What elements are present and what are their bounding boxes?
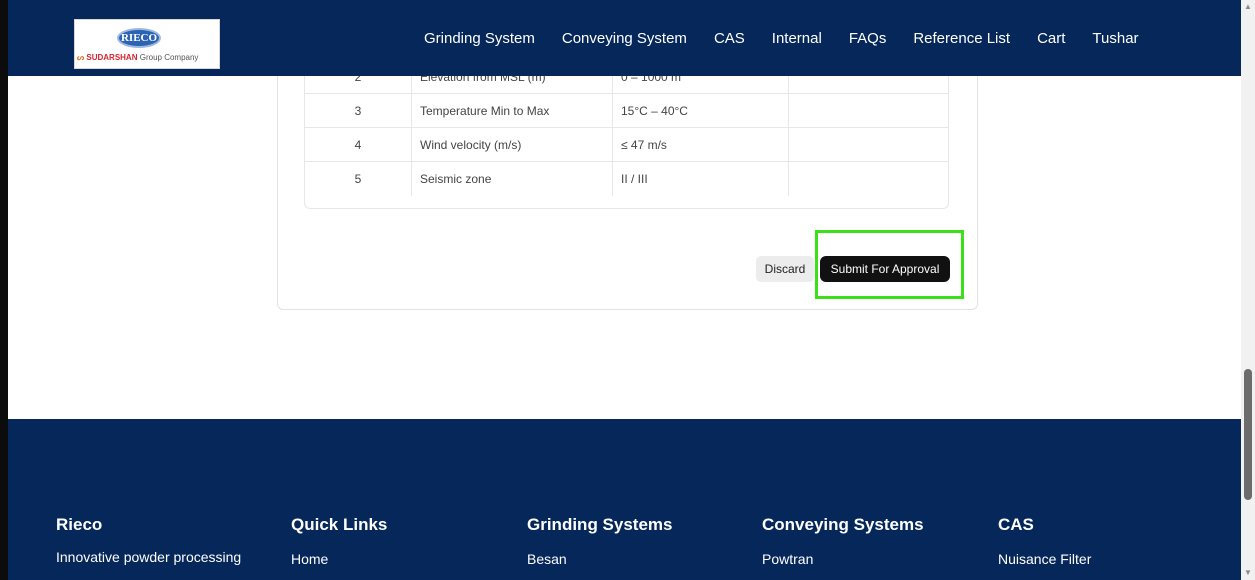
top-navbar: RIECO ᔕ SUDARSHAN Group Company Grinding… — [8, 0, 1241, 76]
site-footer: Rieco Innovative powder processing Quick… — [8, 419, 1241, 580]
nav-cas[interactable]: CAS — [714, 30, 745, 47]
nav-user-profile[interactable]: Tushar — [1092, 30, 1138, 47]
row-value: 15°C – 40°C — [613, 94, 789, 128]
row-number: 5 — [305, 162, 412, 196]
footer-link-besan[interactable]: Besan — [527, 551, 672, 567]
footer-cas-title: CAS — [998, 515, 1034, 534]
triangle-up-icon[interactable]: ▲ — [1244, 2, 1252, 11]
rieco-logo-badge: RIECO — [117, 28, 161, 48]
nav-cart[interactable]: Cart — [1037, 30, 1065, 47]
footer-conveying-systems: Conveying Systems Powtran — [762, 515, 924, 579]
row-number: 3 — [305, 94, 412, 128]
nav-faqs[interactable]: FAQs — [849, 30, 887, 47]
table-row: 3 Temperature Min to Max 15°C – 40°C — [305, 94, 948, 128]
footer-link-home[interactable]: Home — [291, 551, 387, 567]
footer-grinding-systems-title: Grinding Systems — [527, 515, 673, 534]
row-remark — [789, 94, 948, 128]
footer-link-powtran[interactable]: Powtran — [762, 551, 924, 567]
footer-about-text: Innovative powder processing — [56, 549, 242, 565]
nav-reference-list[interactable]: Reference List — [913, 30, 1010, 47]
row-remark — [789, 128, 948, 162]
logo-brand-name: SUDARSHAN — [86, 53, 138, 62]
triangle-down-icon[interactable]: ▼ — [1244, 568, 1252, 577]
nav-conveying-system[interactable]: Conveying System — [562, 30, 687, 47]
footer-conveying-systems-title: Conveying Systems — [762, 515, 924, 534]
row-value: ≤ 47 m/s — [613, 128, 789, 162]
window-edge — [0, 0, 8, 580]
table-row: 4 Wind velocity (m/s) ≤ 47 m/s — [305, 128, 948, 162]
scrollbar-thumb[interactable] — [1244, 369, 1252, 500]
main-nav: Grinding System Conveying System CAS Int… — [424, 28, 1166, 48]
footer-cas: CAS Nuisance Filter — [998, 515, 1091, 579]
footer-about: Rieco Innovative powder processing — [56, 515, 241, 577]
row-parameter: Seismic zone — [412, 162, 613, 196]
footer-link-nuisance-filter[interactable]: Nuisance Filter — [998, 551, 1091, 567]
table-row: 5 Seismic zone II / III — [305, 162, 948, 196]
nav-internal[interactable]: Internal — [772, 30, 822, 47]
footer-grinding-systems: Grinding Systems Besan — [527, 515, 672, 579]
row-remark — [789, 162, 948, 196]
row-parameter: Temperature Min to Max — [412, 94, 613, 128]
discard-button[interactable]: Discard — [756, 256, 814, 282]
logo-group-company: Group Company — [139, 53, 199, 62]
footer-about-title: Rieco — [56, 515, 103, 534]
footer-quick-links-title: Quick Links — [291, 515, 388, 534]
row-number: 4 — [305, 128, 412, 162]
page-viewport: RIECO ᔕ SUDARSHAN Group Company Grinding… — [0, 0, 1255, 580]
site-conditions-table: 2 Elevation from MSL (m) 0 – 1000 m 3 Te… — [304, 60, 949, 209]
site-logo[interactable]: RIECO ᔕ SUDARSHAN Group Company — [74, 19, 220, 69]
row-value: II / III — [613, 162, 789, 196]
sudarshan-swirl-icon: ᔕ — [77, 53, 85, 62]
logo-tagline: ᔕ SUDARSHAN Group Company — [77, 53, 219, 62]
vertical-scrollbar[interactable]: ▲ ▼ — [1241, 0, 1255, 580]
row-parameter: Wind velocity (m/s) — [412, 128, 613, 162]
nav-grinding-system[interactable]: Grinding System — [424, 30, 535, 47]
footer-quick-links: Quick Links Home — [291, 515, 387, 579]
target-highlight-box — [815, 230, 964, 299]
